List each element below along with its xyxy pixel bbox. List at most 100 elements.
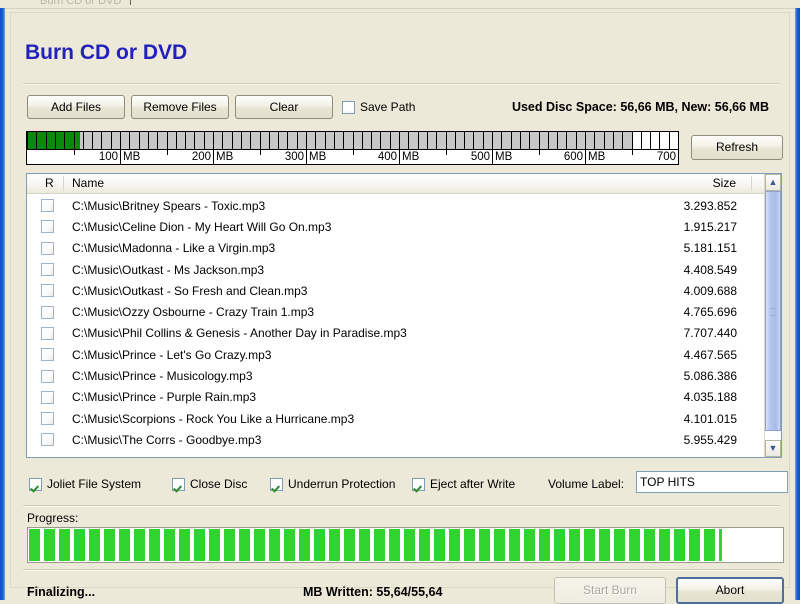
ruler-tick [250,132,251,149]
save-path-checkbox[interactable]: Save Path [342,100,415,114]
row-select-checkbox[interactable] [41,305,54,319]
remove-files-button[interactable]: Remove Files [131,95,229,119]
save-path-label: Save Path [360,100,416,114]
joliet-label: Joliet File System [47,477,142,491]
ruler-minor-tick [446,150,447,155]
table-row[interactable]: C:\Music\Outkast - So Fresh and Clean.mp… [27,280,763,301]
ruler-tick [669,132,670,149]
row-select-checkbox[interactable] [41,348,54,362]
row-select-checkbox[interactable] [41,433,54,447]
table-row[interactable]: C:\Music\Madonna - Like a Virgin.mp3 5.18… [27,238,763,259]
close-disc-label: Close Disc [190,477,248,491]
ruler-minor-tick [353,150,354,155]
ruler-label-unit: MB [309,151,327,163]
row-file-name: C:\Music\Britney Spears - Toxic.mp3 [72,198,266,213]
row-file-size: 4.101.015 [683,411,737,426]
page-title: Burn CD or DVD [25,41,188,64]
ruler-tick [446,132,447,149]
scroll-up-icon[interactable]: ▲ [765,174,781,191]
window-left-border [0,8,5,600]
ruler-tick [585,132,586,149]
ruler-tick [473,132,474,149]
ruler-tick [241,132,242,149]
row-select-checkbox[interactable] [41,369,54,383]
ruler-tick [418,132,419,149]
file-list[interactable]: R Name Size C:\Music\Britney Spears - To… [26,173,782,458]
file-list-scrollbar[interactable]: ▲ ▼ [764,174,781,457]
ruler-major-tick [213,150,214,164]
ruler-tick [36,132,37,149]
progress-label: Progress: [27,511,79,525]
table-row[interactable]: C:\Music\Outkast - Ms Jackson.mp3 4.408.5… [27,259,763,280]
column-header-r[interactable]: R [45,176,54,190]
ruler-tick [194,132,195,149]
ruler-major-tick [585,150,586,164]
ruler-label-band: 100MB200MB300MB400MB500MB600MB700MB [27,149,679,165]
row-file-size: 4.035.188 [683,390,737,405]
row-select-checkbox[interactable] [41,412,54,426]
row-file-name: C:\Music\Celine Dion - My Heart Will Go … [72,219,332,234]
save-path-checkbox-box[interactable] [342,100,355,114]
ruler-label-unit: MB [402,151,420,163]
table-row[interactable]: C:\Music\Celine Dion - My Heart Will Go … [27,216,763,237]
joliet-checkbox-box[interactable] [29,477,42,491]
scroll-down-icon[interactable]: ▼ [765,440,781,457]
ruler-tick [501,132,502,149]
ruler-tick [139,132,140,149]
row-select-checkbox[interactable] [41,199,54,213]
table-row[interactable]: C:\Music\Phil Collins & Genesis - Anothe… [27,323,763,344]
ruler-minor-tick [74,150,75,155]
underrun-protection-checkbox[interactable]: Underrun Protection [270,477,395,491]
ruler-major-tick [399,150,400,164]
eject-after-write-checkbox[interactable]: Eject after Write [412,477,515,491]
eject-checkbox-box[interactable] [412,477,425,491]
ruler-major-tick [678,150,679,165]
ruler-label-value: 500 [470,151,490,163]
ruler-tick [185,132,186,149]
row-select-checkbox[interactable] [41,220,54,234]
ruler-tick [306,132,307,149]
ruler-tick [650,132,651,149]
column-header-size[interactable]: Size [713,176,736,190]
refresh-button[interactable]: Refresh [691,135,783,160]
row-file-name: C:\Music\Phil Collins & Genesis - Anothe… [72,326,407,341]
table-row[interactable]: C:\Music\Scorpions - Rock You Like a Hur… [27,408,763,429]
volume-label-input[interactable]: TOP HITS [636,471,788,493]
ruler-used-fill [27,132,80,149]
row-select-checkbox[interactable] [41,241,54,255]
row-select-checkbox[interactable] [41,326,54,340]
mb-written-text: MB Written: 55,64/55,64 [303,585,443,599]
table-row[interactable]: C:\Music\Ozzy Osbourne - Crazy Train 1.m… [27,301,763,322]
ruler-tick [399,132,400,149]
joliet-file-system-checkbox[interactable]: Joliet File System [29,477,141,491]
column-header-name[interactable]: Name [72,176,104,190]
row-select-checkbox[interactable] [41,263,54,277]
row-select-checkbox[interactable] [41,390,54,404]
ruler-tick [260,132,261,149]
row-file-name: C:\Music\Prince - Musicology.mp3 [72,369,253,384]
ruler-tick [511,132,512,149]
table-row[interactable]: C:\Music\Prince - Purple Rain.mp3 4.035.1… [27,387,763,408]
window-right-border [795,8,800,600]
underrun-checkbox-box[interactable] [270,477,283,491]
scrollbar-track[interactable] [765,191,781,440]
clear-button[interactable]: Clear [235,95,333,119]
table-row[interactable]: C:\Music\The Corrs - Goodbye.mp3 5.955.42… [27,429,763,450]
table-row[interactable]: C:\Music\Prince - Musicology.mp3 5.086.38… [27,365,763,386]
divider-above-footer [23,569,779,571]
ruler-capacity-band [27,132,632,149]
table-row[interactable]: C:\Music\Prince - Let's Go Crazy.mp3 4.46… [27,344,763,365]
close-disc-checkbox[interactable]: Close Disc [172,477,247,491]
row-file-name: C:\Music\Prince - Purple Rain.mp3 [72,390,257,405]
divider-under-options [23,505,779,507]
ruler-tick [334,132,335,149]
table-row[interactable]: C:\Music\Britney Spears - Toxic.mp3 3.293… [27,195,763,216]
add-files-button[interactable]: Add Files [27,95,125,119]
row-select-checkbox[interactable] [41,284,54,298]
ruler-minor-tick [632,150,633,155]
ruler-tick [548,132,549,149]
ruler-label-value: 600 [563,151,583,163]
close-disc-checkbox-box[interactable] [172,477,185,491]
ruler-label-value: 200 [191,151,211,163]
scrollbar-thumb[interactable] [765,191,781,431]
